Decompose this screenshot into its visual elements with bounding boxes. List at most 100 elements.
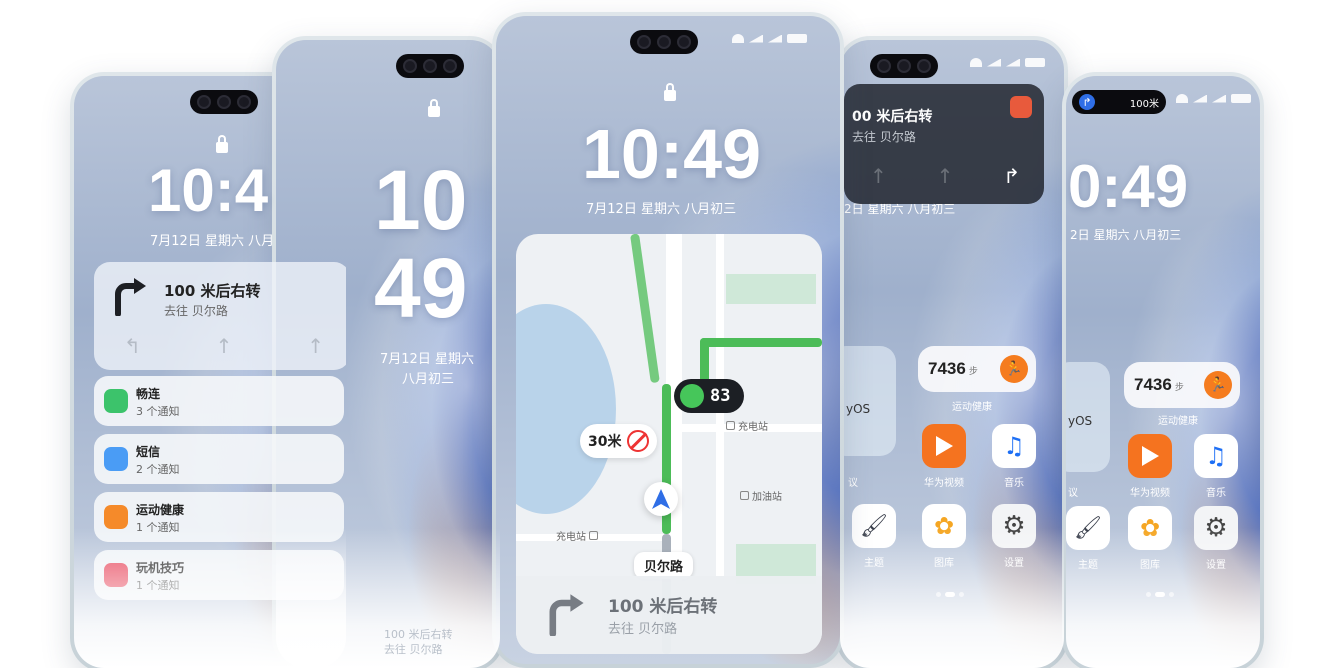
- phone-screen: 00 米后右转 去往 贝尔路 ↑ ↑ ↱ 2日 星期六 八月初三 yOS 议 7…: [840, 40, 1064, 668]
- poi-gas[interactable]: 加油站: [740, 488, 782, 503]
- nav-destination: 去往 贝尔路: [608, 622, 678, 637]
- wifi-icon: [732, 34, 744, 43]
- reflection-fade: [840, 528, 1064, 668]
- music-icon: ♫: [1205, 442, 1227, 470]
- app-settings[interactable]: ⚙: [992, 504, 1036, 548]
- signal-icon: [768, 34, 782, 43]
- harmony-widget[interactable]: yOS: [840, 346, 896, 456]
- lane-guidance: ↰ ↑ ↑: [124, 334, 324, 358]
- phone-screen: 10:49 7月12日 星期六 八月初三 充电站 加油站 充电站 83 30米 …: [496, 16, 840, 664]
- poi-charging[interactable]: 充电站: [726, 418, 768, 433]
- reflection-text: 100 米后右转: [384, 628, 453, 641]
- lock-time: 10:49: [582, 115, 762, 193]
- app-music[interactable]: ♫: [992, 424, 1036, 468]
- phone-home-nav: 00 米后右转 去往 贝尔路 ↑ ↑ ↱ 2日 星期六 八月初三 yOS 议 7…: [836, 36, 1068, 668]
- harmony-widget[interactable]: yOS: [1066, 362, 1110, 472]
- no-camera-icon: [627, 430, 650, 452]
- nav-destination: 去往 贝尔路: [852, 130, 916, 144]
- nav-destination: 去往 贝尔路: [164, 304, 228, 318]
- app-video[interactable]: [922, 424, 966, 468]
- lane-arrow-icon: ↑: [936, 164, 954, 188]
- gallery-icon: ✿: [933, 512, 955, 540]
- wifi-icon: [1176, 94, 1188, 103]
- traffic-light-icon: [680, 384, 704, 408]
- app-gallery[interactable]: ✿: [922, 504, 966, 548]
- navigation-card[interactable]: 00 米后右转 去往 贝尔路 ↑ ↑ ↱: [844, 84, 1044, 204]
- brush-icon: 🖌: [1074, 515, 1102, 541]
- lock-date: 7月12日 星期六 八月初三: [586, 202, 737, 217]
- play-icon: [1142, 446, 1159, 466]
- notification-item[interactable]: 玩机技巧 1 个通知: [94, 550, 344, 600]
- turn-right-icon: [549, 594, 584, 636]
- app-settings[interactable]: ⚙: [1194, 506, 1238, 550]
- lock-date-line1: 7月12日 星期六: [380, 352, 474, 367]
- navigation-map[interactable]: 充电站 加油站 充电站 83 30米 贝尔路 100 米后右转 去往 贝尔路: [516, 234, 822, 654]
- app-music[interactable]: ♫: [1194, 434, 1238, 478]
- phone-screen: ↱ 100米 0:49 2日 星期六 八月初三 yOS 议 7436 步 🏃 运动…: [1066, 76, 1260, 668]
- lock-time: 0:49: [1068, 153, 1189, 220]
- nav-live-island[interactable]: ↱ 100米: [1072, 90, 1166, 114]
- gallery-icon: ✿: [1139, 514, 1161, 542]
- lane-arrow-icon: ↱: [1003, 164, 1020, 188]
- play-icon: [936, 436, 953, 456]
- running-icon: 🏃: [1204, 371, 1232, 399]
- widget-label: 议: [848, 478, 858, 489]
- map-app-icon: [1010, 96, 1032, 118]
- camera-island: [190, 90, 258, 114]
- steps-widget[interactable]: 7436 步 🏃: [1124, 362, 1240, 408]
- nav-instruction: 100 米后右转: [608, 597, 718, 617]
- app-theme[interactable]: 🖌: [852, 504, 896, 548]
- app-video[interactable]: [1128, 434, 1172, 478]
- widget-label: 议: [1068, 488, 1078, 499]
- battery-icon: [1025, 58, 1045, 67]
- lock-date-line2: 八月初三: [402, 372, 455, 387]
- navigation-card[interactable]: 100 米后右转 去往 贝尔路 ↰ ↑ ↑: [94, 262, 346, 370]
- page-indicator[interactable]: [1146, 592, 1174, 597]
- lock-icon: [216, 135, 228, 153]
- lane-guidance: ↑ ↑ ↱: [870, 164, 1020, 188]
- widget-label: 运动健康: [1158, 416, 1198, 427]
- camera-island: [630, 30, 698, 54]
- lock-time-minutes: 49: [374, 241, 468, 335]
- app-theme[interactable]: 🖌: [1066, 506, 1110, 550]
- app-message-icon: [104, 447, 128, 471]
- phone-home-island: ↱ 100米 0:49 2日 星期六 八月初三 yOS 议 7436 步 🏃 运动…: [1062, 72, 1264, 668]
- lock-date: 2日 星期六 八月初三: [1070, 228, 1182, 242]
- map-route: [700, 338, 822, 347]
- lane-arrow-icon: ↰: [124, 334, 141, 358]
- app-gallery[interactable]: ✿: [1128, 506, 1172, 550]
- camera-island: [870, 54, 938, 78]
- signal-icon: [1006, 58, 1020, 67]
- app-tips-icon: [104, 563, 128, 587]
- steps-count: 7436 步: [1134, 375, 1184, 394]
- lock-icon: [428, 99, 440, 117]
- notification-item[interactable]: 运动健康 1 个通知: [94, 492, 344, 542]
- poi-charging[interactable]: 充电站: [556, 528, 598, 543]
- turn-right-icon: [115, 278, 146, 316]
- notification-item[interactable]: 畅连 3 个通知: [94, 376, 344, 426]
- notification-item[interactable]: 短信 2 个通知: [94, 434, 344, 484]
- nav-instruction-bar[interactable]: 100 米后右转 去往 贝尔路: [516, 576, 822, 654]
- gear-icon: ⚙: [1204, 513, 1228, 543]
- battery-icon: [1231, 94, 1251, 103]
- status-bar: [970, 58, 1045, 67]
- widget-label: 运动健康: [952, 402, 992, 413]
- nav-instruction: 100 米后右转: [164, 282, 261, 300]
- app-chat-icon: [104, 389, 128, 413]
- lane-arrow-icon: ↑: [215, 334, 233, 358]
- phone-navigation: 10:49 7月12日 星期六 八月初三 充电站 加油站 充电站 83 30米 …: [492, 12, 844, 668]
- steps-count: 7436 步: [928, 359, 978, 378]
- lock-time: 10:4: [148, 157, 269, 224]
- page-indicator[interactable]: [936, 592, 964, 597]
- lock-date: 7月12日 星期六 八月: [150, 234, 275, 249]
- app-health-icon: [104, 505, 128, 529]
- road-name-label: 贝尔路: [634, 552, 694, 579]
- music-icon: ♫: [1003, 432, 1025, 460]
- reflection-text: 去往 贝尔路: [384, 643, 443, 656]
- running-icon: 🏃: [1000, 355, 1028, 383]
- signal-icon: [749, 34, 763, 43]
- location-arrow-icon: [644, 482, 678, 516]
- status-bar: [1176, 94, 1251, 103]
- steps-widget[interactable]: 7436 步 🏃: [918, 346, 1036, 392]
- wifi-icon: [970, 58, 982, 67]
